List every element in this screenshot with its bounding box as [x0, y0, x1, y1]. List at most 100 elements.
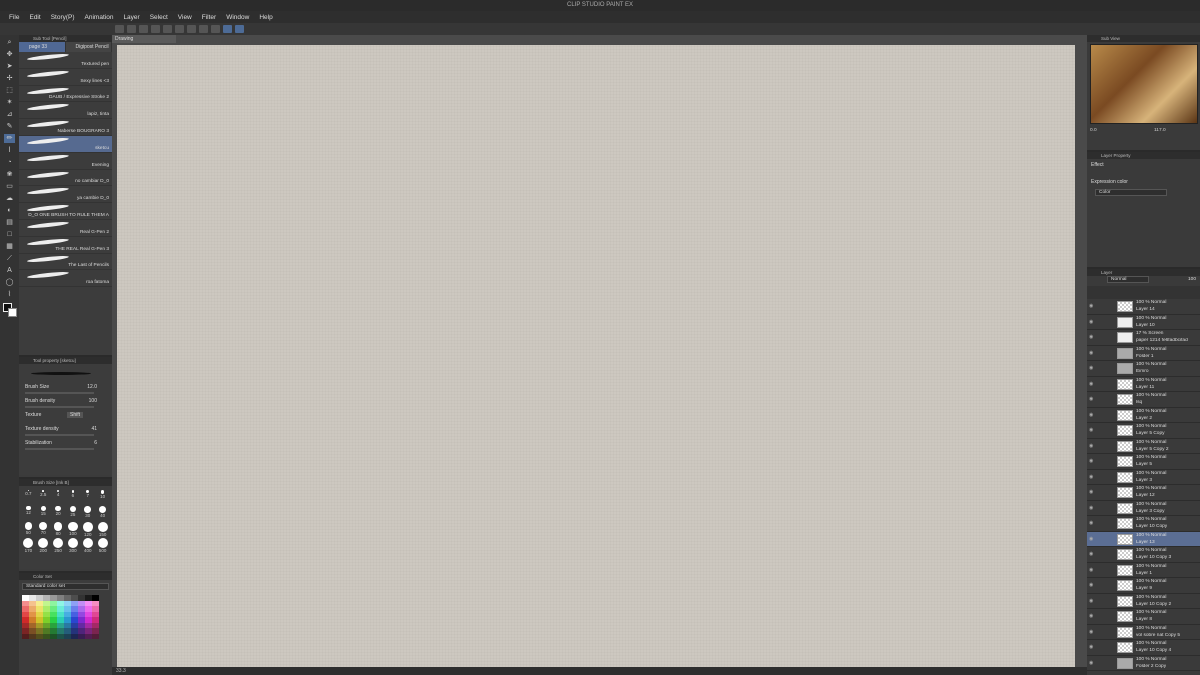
- figure-icon[interactable]: □: [4, 230, 15, 239]
- navigator-zoom[interactable]: 117.0: [1154, 128, 1166, 133]
- color-swatch[interactable]: [43, 633, 50, 639]
- brush-density-value[interactable]: 100: [89, 398, 97, 404]
- color-swatch[interactable]: [22, 633, 29, 639]
- brush-size-option[interactable]: 250: [51, 538, 66, 553]
- brush-item[interactable]: Textured pen: [19, 52, 112, 69]
- brush-item[interactable]: Evening: [19, 153, 112, 170]
- eye-icon[interactable]: ◉: [1089, 598, 1093, 604]
- brush-size-option[interactable]: 12: [21, 506, 36, 520]
- layer-row[interactable]: ◉ 100 % Normal Layer 5 Copy 2: [1087, 439, 1200, 454]
- layer-row[interactable]: ◉ 100 % Normal Layer 10 Copy 4: [1087, 640, 1200, 656]
- auto-select-icon[interactable]: ✶: [4, 98, 15, 107]
- brush-item[interactable]: DAUB / Expressive Stroke 2: [19, 86, 112, 103]
- brush-size-option[interactable]: 40: [95, 506, 110, 520]
- operation-icon[interactable]: ➤: [4, 62, 15, 71]
- eye-icon[interactable]: ◉: [1089, 365, 1093, 371]
- pencil-icon[interactable]: ✏: [4, 134, 15, 143]
- color-swatch[interactable]: [78, 633, 85, 639]
- eye-icon[interactable]: ◉: [1089, 303, 1093, 309]
- layer-row[interactable]: ◉ 100 % Normal Layer 10 Copy: [1087, 516, 1200, 532]
- opacity-value[interactable]: 100: [1188, 277, 1196, 282]
- brush-size-value[interactable]: 12.0: [87, 384, 97, 390]
- snap-special-ruler-icon[interactable]: [235, 25, 244, 33]
- redo-icon[interactable]: [163, 25, 172, 33]
- undo-icon[interactable]: [151, 25, 160, 33]
- brush-item[interactable]: The Last of Pencils: [19, 254, 112, 271]
- tab-page-33[interactable]: page 33: [19, 42, 66, 52]
- eye-icon[interactable]: ◉: [1089, 660, 1093, 666]
- color-swatch[interactable]: [92, 633, 99, 639]
- color-swatch[interactable]: [57, 633, 64, 639]
- eye-icon[interactable]: ◉: [1089, 505, 1093, 511]
- eye-icon[interactable]: ◉: [1089, 427, 1093, 433]
- brush-size-row[interactable]: Brush Size 12.0: [22, 384, 109, 398]
- layer-row[interactable]: ◉ 100 % Normal Layer 8: [1087, 609, 1200, 625]
- layer-row[interactable]: ◉ 100 % Normal Folder 1: [1087, 346, 1200, 361]
- layer-row[interactable]: ◉ 100 % Normal Layer 9: [1087, 578, 1200, 594]
- brush-size-option[interactable]: 150: [95, 522, 110, 537]
- move-icon[interactable]: ✥: [4, 50, 15, 59]
- layer-row[interactable]: ◉ 100 % Normal Layer 10 Copy 2: [1087, 594, 1200, 609]
- layer-row[interactable]: ◉ 100 % Normal Layer 2: [1087, 408, 1200, 423]
- brush-size-option[interactable]: 50: [21, 522, 36, 536]
- stabilization-value[interactable]: 6: [94, 440, 97, 446]
- eye-icon[interactable]: ◉: [1089, 551, 1093, 557]
- brush-size-option[interactable]: 80: [51, 522, 66, 536]
- eye-icon[interactable]: ◉: [1089, 536, 1093, 542]
- gradient-icon[interactable]: ▤: [4, 218, 15, 227]
- menu-item-file[interactable]: File: [9, 14, 19, 21]
- eye-icon[interactable]: ◉: [1089, 319, 1093, 325]
- brush-density-slider[interactable]: [25, 406, 94, 408]
- brush-size-option[interactable]: 2.5: [36, 490, 51, 504]
- brush-size-option[interactable]: 0.7: [21, 490, 36, 504]
- transform-icon[interactable]: [187, 25, 196, 33]
- texture-density-value[interactable]: 41: [91, 426, 97, 432]
- zoom-icon[interactable]: ⌕: [4, 38, 15, 47]
- brush-size-option[interactable]: 30: [80, 506, 95, 520]
- brush-density-row[interactable]: Brush density 100: [22, 398, 109, 412]
- layer-row[interactable]: ◉ 100 % Normal lsq: [1087, 392, 1200, 408]
- layer-row[interactable]: ◉ 100 % Normal Layer 10: [1087, 315, 1200, 330]
- stabilization-row[interactable]: Stabilization 6: [22, 440, 109, 454]
- menu-item-layer[interactable]: Layer: [123, 14, 139, 21]
- selection-icon[interactable]: ⬚: [4, 86, 15, 95]
- brush-size-option[interactable]: 300: [65, 538, 80, 553]
- decoration-icon[interactable]: ❀: [4, 170, 15, 179]
- menu-item-help[interactable]: Help: [259, 14, 272, 21]
- blend-icon[interactable]: ☁: [4, 194, 15, 203]
- layer-row[interactable]: ◉ 100 % Normal Layer 1: [1087, 563, 1200, 578]
- eraser-icon[interactable]: ▭: [4, 182, 15, 191]
- brush-size-option[interactable]: 200: [36, 538, 51, 553]
- layer-row[interactable]: ◉ 100 % Normal Layer 13: [1087, 531, 1200, 547]
- layer-row[interactable]: ◉ 100 % Normal Layer 3: [1087, 470, 1200, 485]
- brush-item[interactable]: ya cambie D_0: [19, 186, 112, 204]
- new-icon[interactable]: [115, 25, 124, 33]
- brush-item[interactable]: no cambiar D_0: [19, 170, 112, 187]
- canvas-tab[interactable]: Drawing: [112, 35, 176, 43]
- brush-item[interactable]: lapiz, tinta: [19, 102, 112, 120]
- move-layer-icon[interactable]: ✢: [4, 74, 15, 83]
- layer-row[interactable]: ◉ 100 % Normal Layer 5 Copy: [1087, 423, 1200, 439]
- clear-icon[interactable]: [175, 25, 184, 33]
- texture-density-row[interactable]: Texture density 41: [22, 426, 109, 440]
- brush-size-option[interactable]: 70: [36, 522, 51, 536]
- menu-item-window[interactable]: Window: [226, 14, 249, 21]
- save-icon[interactable]: [139, 25, 148, 33]
- balloon-icon[interactable]: ◯: [4, 278, 15, 287]
- brush-size-option[interactable]: 7: [80, 490, 95, 504]
- brush-item[interactable]: roa fatoma: [19, 270, 112, 288]
- layer-row[interactable]: ◉ 100 % Normal Layer 5: [1087, 454, 1200, 470]
- eyedropper-icon[interactable]: ⊿: [4, 110, 15, 119]
- menu-item-view[interactable]: View: [178, 14, 192, 21]
- menu-item-animation[interactable]: Animation: [85, 14, 114, 21]
- frame-icon[interactable]: ▦: [4, 242, 15, 251]
- menu-item-select[interactable]: Select: [150, 14, 168, 21]
- airbrush-icon[interactable]: ◔: [4, 158, 15, 167]
- sub-color-swatch[interactable]: [8, 308, 17, 317]
- ruler-icon[interactable]: ⟋: [4, 254, 15, 263]
- layer-row[interactable]: ◉ 100 % Normal Folder 2 Copy: [1087, 656, 1200, 671]
- eye-icon[interactable]: ◉: [1089, 582, 1093, 588]
- layer-row[interactable]: ◉ 100 % Normal Layer 12: [1087, 485, 1200, 501]
- layer-row[interactable]: ◉ 100 % Normal Layer 14: [1087, 299, 1200, 315]
- eye-icon[interactable]: ◉: [1089, 381, 1093, 387]
